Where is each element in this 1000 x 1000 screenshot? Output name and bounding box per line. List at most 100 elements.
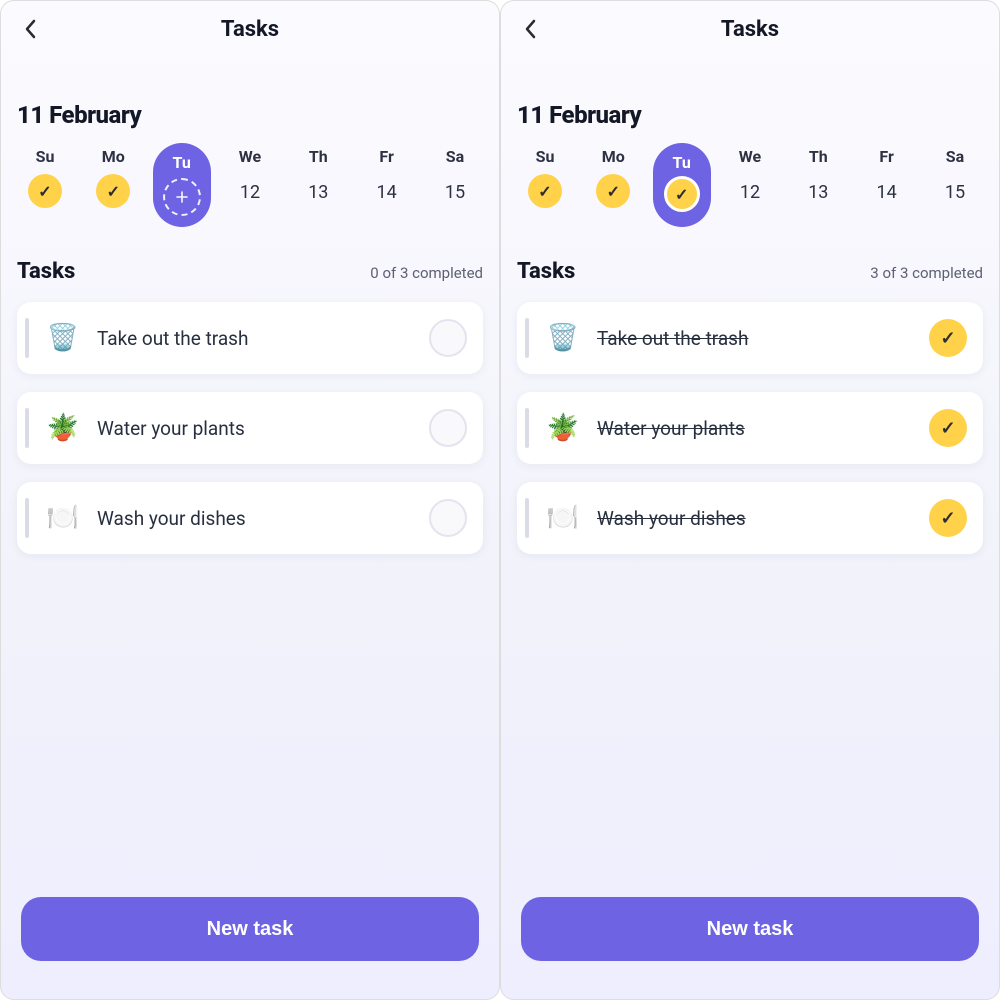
task-checkbox[interactable]: ✓: [929, 409, 967, 447]
plant-icon: 🪴: [45, 413, 81, 443]
task-checkbox[interactable]: ✓: [929, 499, 967, 537]
day-mo[interactable]: Mo ✓: [85, 147, 141, 208]
check-icon: ✓: [596, 174, 630, 208]
spacer: [17, 554, 483, 897]
drag-handle[interactable]: [25, 408, 29, 448]
day-label: We: [739, 147, 761, 166]
day-label: We: [239, 147, 261, 166]
task-list: 🗑️ Take out the trash 🪴 Water your plant…: [17, 302, 483, 554]
day-number: 15: [445, 174, 465, 210]
dishes-icon: 🍽️: [545, 503, 581, 533]
tasks-section-header: Tasks 3 of 3 completed: [517, 259, 983, 284]
day-number: 14: [377, 174, 397, 210]
day-tu-selected[interactable]: Tu ✓: [654, 147, 710, 227]
check-icon: ✓: [528, 174, 562, 208]
chevron-left-icon: [524, 19, 538, 39]
plant-icon: 🪴: [545, 413, 581, 443]
spacer: [517, 554, 983, 897]
day-label: Th: [309, 147, 328, 166]
check-icon: ✓: [28, 174, 62, 208]
topbar: Tasks: [1, 1, 499, 57]
check-icon: ✓: [96, 174, 130, 208]
day-tu-selected[interactable]: Tu: [154, 147, 210, 227]
day-we[interactable]: We 12: [722, 147, 778, 210]
screen-right: Tasks 11 February Su ✓ Mo ✓ Tu ✓ We 12: [500, 0, 1000, 1000]
task-checkbox[interactable]: ✓: [929, 319, 967, 357]
task-label: Wash your dishes: [97, 507, 413, 530]
day-label: Sa: [946, 147, 964, 166]
chevron-left-icon: [24, 19, 38, 39]
day-label: Sa: [446, 147, 464, 166]
day-mo[interactable]: Mo ✓: [585, 147, 641, 208]
task-label: Take out the trash: [97, 327, 413, 350]
drag-handle[interactable]: [525, 498, 529, 538]
content: 11 February Su ✓ Mo ✓ Tu We 12: [1, 57, 499, 999]
task-label: Wash your dishes: [597, 507, 913, 530]
task-row[interactable]: 🗑️ Take out the trash ✓: [517, 302, 983, 374]
day-number: 12: [240, 174, 260, 210]
topbar: Tasks: [501, 1, 999, 57]
completion-counter: 0 of 3 completed: [370, 264, 483, 282]
day-fr[interactable]: Fr 14: [859, 147, 915, 210]
back-button[interactable]: [19, 17, 43, 41]
task-row[interactable]: 🪴 Water your plants: [17, 392, 483, 464]
completion-counter: 3 of 3 completed: [870, 264, 983, 282]
day-we[interactable]: We 12: [222, 147, 278, 210]
task-label: Water your plants: [97, 417, 413, 440]
section-title: Tasks: [17, 259, 75, 284]
task-label: Take out the trash: [597, 327, 913, 350]
day-label: Mo: [102, 147, 125, 166]
task-label: Water your plants: [597, 417, 913, 440]
task-checkbox[interactable]: [429, 409, 467, 447]
new-task-button[interactable]: New task: [21, 897, 479, 961]
new-task-button[interactable]: New task: [521, 897, 979, 961]
day-label: Su: [36, 147, 55, 166]
drag-handle[interactable]: [525, 318, 529, 358]
task-row[interactable]: 🍽️ Wash your dishes ✓: [517, 482, 983, 554]
day-sa[interactable]: Sa 15: [927, 147, 983, 210]
day-fr[interactable]: Fr 14: [359, 147, 415, 210]
task-list: 🗑️ Take out the trash ✓ 🪴 Water your pla…: [517, 302, 983, 554]
date-heading: 11 February: [17, 101, 483, 129]
day-label: Tu: [173, 153, 191, 172]
trash-icon: 🗑️: [45, 323, 81, 353]
task-checkbox[interactable]: [429, 499, 467, 537]
drag-handle[interactable]: [25, 318, 29, 358]
back-button[interactable]: [519, 17, 543, 41]
day-label: Th: [809, 147, 828, 166]
day-number: 12: [740, 174, 760, 210]
week-strip: Su ✓ Mo ✓ Tu ✓ We 12 Th 13 F: [517, 147, 983, 227]
selected-day-pill: Tu ✓: [653, 143, 711, 227]
week-strip: Su ✓ Mo ✓ Tu We 12 Th 13: [17, 147, 483, 227]
day-su[interactable]: Su ✓: [17, 147, 73, 208]
dishes-icon: 🍽️: [45, 503, 81, 533]
screen-left: Tasks 11 February Su ✓ Mo ✓ Tu: [0, 0, 500, 1000]
task-row[interactable]: 🪴 Water your plants ✓: [517, 392, 983, 464]
task-checkbox[interactable]: [429, 319, 467, 357]
day-label: Mo: [602, 147, 625, 166]
day-number: 15: [945, 174, 965, 210]
day-number: 13: [308, 174, 328, 210]
section-title: Tasks: [517, 259, 575, 284]
page-title: Tasks: [721, 17, 779, 42]
selected-day-pill: Tu: [153, 143, 211, 227]
task-row[interactable]: 🗑️ Take out the trash: [17, 302, 483, 374]
day-th[interactable]: Th 13: [790, 147, 846, 210]
check-icon: ✓: [664, 176, 700, 212]
day-sa[interactable]: Sa 15: [427, 147, 483, 210]
drag-handle[interactable]: [525, 408, 529, 448]
day-number: 14: [877, 174, 897, 210]
day-label: Tu: [673, 153, 691, 172]
day-th[interactable]: Th 13: [290, 147, 346, 210]
day-label: Su: [536, 147, 555, 166]
content: 11 February Su ✓ Mo ✓ Tu ✓ We 12 Th: [501, 57, 999, 999]
day-su[interactable]: Su ✓: [517, 147, 573, 208]
date-heading: 11 February: [517, 101, 983, 129]
pending-icon: [163, 178, 201, 216]
trash-icon: 🗑️: [545, 323, 581, 353]
day-label: Fr: [379, 147, 393, 166]
day-number: 13: [808, 174, 828, 210]
drag-handle[interactable]: [25, 498, 29, 538]
task-row[interactable]: 🍽️ Wash your dishes: [17, 482, 483, 554]
day-label: Fr: [879, 147, 893, 166]
